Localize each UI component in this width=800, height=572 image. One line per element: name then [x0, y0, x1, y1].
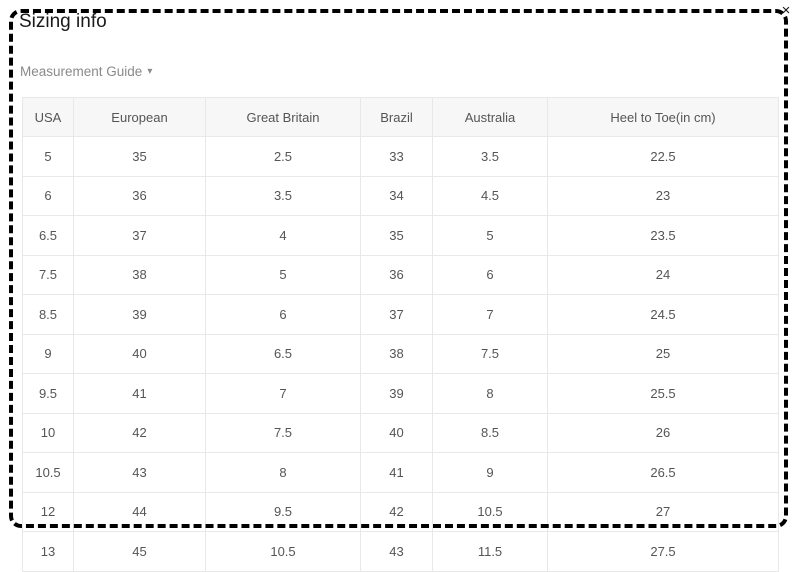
cell-european: 43: [73, 452, 206, 493]
cell-european: 40: [73, 333, 206, 374]
table-row: 13 45 10.5 43 11.5 27.5: [22, 531, 779, 572]
cell-australia: 7.5: [432, 333, 548, 374]
cell-australia: 3.5: [432, 136, 548, 177]
cell-european: 36: [73, 175, 206, 216]
table-row: 6.5 37 4 35 5 23.5: [22, 215, 779, 256]
cell-heel-to-toe: 26.5: [547, 452, 779, 493]
cell-brazil: 41: [360, 452, 433, 493]
table-row: 10 42 7.5 40 8.5 26: [22, 412, 779, 453]
cell-heel-to-toe: 27.5: [547, 531, 779, 572]
table-row: 7.5 38 5 36 6 24: [22, 254, 779, 295]
table-body: 5 35 2.5 33 3.5 22.5 6 36 3.5 34 4.5 23 …: [22, 136, 779, 572]
cell-great-britain: 6: [205, 294, 361, 335]
cell-usa: 5: [22, 136, 74, 177]
cell-usa: 6.5: [22, 215, 74, 256]
column-header-brazil: Brazil: [360, 97, 433, 137]
cell-australia: 10.5: [432, 491, 548, 532]
cell-usa: 8.5: [22, 294, 74, 335]
cell-heel-to-toe: 25.5: [547, 373, 779, 414]
cell-heel-to-toe: 27: [547, 491, 779, 532]
table-header: USA European Great Britain Brazil Austra…: [22, 97, 779, 137]
cell-brazil: 39: [360, 373, 433, 414]
cell-usa: 13: [22, 531, 74, 572]
cell-european: 35: [73, 136, 206, 177]
cell-usa: 9: [22, 333, 74, 374]
cell-australia: 7: [432, 294, 548, 335]
cell-brazil: 40: [360, 412, 433, 453]
measurement-guide-label: Measurement Guide: [20, 64, 143, 79]
column-header-heel-to-toe: Heel to Toe(in cm): [547, 97, 779, 137]
cell-australia: 8.5: [432, 412, 548, 453]
cell-heel-to-toe: 24: [547, 254, 779, 295]
table-row: 9.5 41 7 39 8 25.5: [22, 373, 779, 414]
cell-great-britain: 7.5: [205, 412, 361, 453]
cell-european: 41: [73, 373, 206, 414]
cell-great-britain: 2.5: [205, 136, 361, 177]
cell-australia: 4.5: [432, 175, 548, 216]
cell-brazil: 36: [360, 254, 433, 295]
cell-european: 44: [73, 491, 206, 532]
table-header-row: USA European Great Britain Brazil Austra…: [22, 97, 779, 137]
cell-australia: 6: [432, 254, 548, 295]
cell-brazil: 38: [360, 333, 433, 374]
cell-heel-to-toe: 23.5: [547, 215, 779, 256]
measurement-guide-dropdown[interactable]: Measurement Guide ▾: [20, 63, 152, 81]
cell-heel-to-toe: 26: [547, 412, 779, 453]
cell-usa: 10: [22, 412, 74, 453]
table-row: 10.5 43 8 41 9 26.5: [22, 452, 779, 493]
cell-usa: 12: [22, 491, 74, 532]
cell-european: 38: [73, 254, 206, 295]
cell-heel-to-toe: 23: [547, 175, 779, 216]
cell-australia: 8: [432, 373, 548, 414]
cell-brazil: 42: [360, 491, 433, 532]
table-row: 5 35 2.5 33 3.5 22.5: [22, 136, 779, 177]
column-header-australia: Australia: [432, 97, 548, 137]
cell-australia: 5: [432, 215, 548, 256]
cell-european: 45: [73, 531, 206, 572]
table-row: 6 36 3.5 34 4.5 23: [22, 175, 779, 216]
cell-great-britain: 3.5: [205, 175, 361, 216]
page-title: Sizing info: [19, 11, 107, 32]
cell-brazil: 34: [360, 175, 433, 216]
column-header-great-britain: Great Britain: [205, 97, 361, 137]
cell-heel-to-toe: 24.5: [547, 294, 779, 335]
cell-great-britain: 6.5: [205, 333, 361, 374]
table-row: 9 40 6.5 38 7.5 25: [22, 333, 779, 374]
cell-heel-to-toe: 22.5: [547, 136, 779, 177]
cell-brazil: 35: [360, 215, 433, 256]
cell-great-britain: 10.5: [205, 531, 361, 572]
sizing-info-screen: Sizing info Measurement Guide ▾ USA Europ…: [0, 0, 800, 572]
cell-usa: 7.5: [22, 254, 74, 295]
cell-australia: 9: [432, 452, 548, 493]
cell-brazil: 33: [360, 136, 433, 177]
cell-australia: 11.5: [432, 531, 548, 572]
size-chart-table: USA European Great Britain Brazil Austra…: [22, 97, 779, 572]
cell-heel-to-toe: 25: [547, 333, 779, 374]
close-icon[interactable]: ×: [777, 2, 795, 20]
cell-european: 42: [73, 412, 206, 453]
cell-great-britain: 7: [205, 373, 361, 414]
cell-brazil: 37: [360, 294, 433, 335]
cell-great-britain: 4: [205, 215, 361, 256]
cell-usa: 10.5: [22, 452, 74, 493]
cell-great-britain: 9.5: [205, 491, 361, 532]
column-header-european: European: [73, 97, 206, 137]
sizing-info-panel: Sizing info Measurement Guide ▾ USA Europ…: [0, 0, 800, 572]
cell-great-britain: 8: [205, 452, 361, 493]
cell-usa: 6: [22, 175, 74, 216]
table-row: 12 44 9.5 42 10.5 27: [22, 491, 779, 532]
cell-great-britain: 5: [205, 254, 361, 295]
cell-usa: 9.5: [22, 373, 74, 414]
cell-european: 39: [73, 294, 206, 335]
chevron-down-icon: ▾: [147, 66, 153, 77]
cell-brazil: 43: [360, 531, 433, 572]
cell-european: 37: [73, 215, 206, 256]
table-row: 8.5 39 6 37 7 24.5: [22, 294, 779, 335]
column-header-usa: USA: [22, 97, 74, 137]
